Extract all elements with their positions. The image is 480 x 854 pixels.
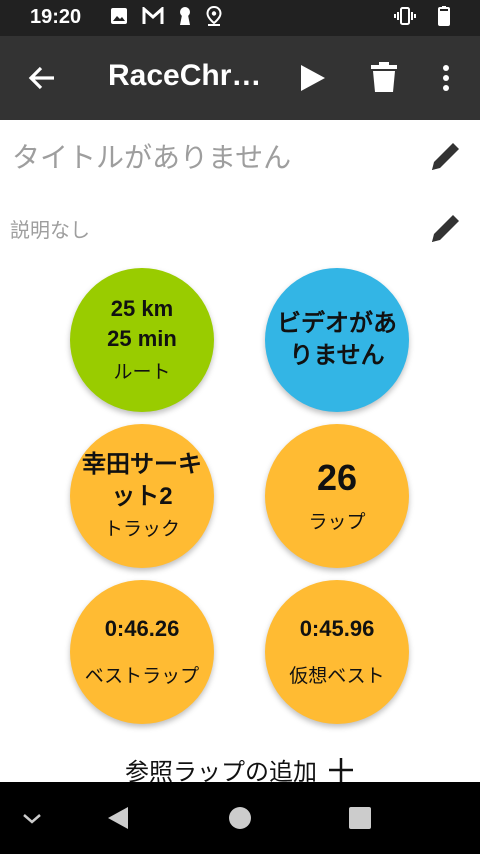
navigation-bar <box>0 782 480 854</box>
route-duration: 25 min <box>107 326 177 351</box>
delete-icon[interactable] <box>368 60 400 94</box>
track-tile[interactable]: 幸田サーキ ット2 トラック <box>70 424 214 568</box>
nav-home-icon[interactable] <box>226 804 254 832</box>
edit-title-pencil-icon[interactable] <box>428 138 464 174</box>
back-arrow-icon[interactable] <box>26 62 58 94</box>
status-time: 19:20 <box>30 6 82 28</box>
virtual-best-tile[interactable]: 0:45.96 仮想ベスト <box>265 580 409 724</box>
edit-description-pencil-icon[interactable] <box>428 210 464 246</box>
battery-icon <box>438 6 450 30</box>
vibrate-icon <box>394 7 416 29</box>
location-icon <box>206 5 222 30</box>
virtual-best-label: 仮想ベスト <box>289 665 385 687</box>
status-bar: 19:20 <box>0 0 480 36</box>
nav-recents-icon[interactable] <box>346 804 374 832</box>
route-tile[interactable]: 25 km 25 min ルート <box>70 268 214 412</box>
plus-icon <box>327 756 355 784</box>
keyhole-icon <box>178 6 192 30</box>
session-title-placeholder[interactable]: タイトルがありません <box>12 136 291 176</box>
track-label: トラック <box>103 518 180 540</box>
app-bar: RaceChrono <box>0 36 480 120</box>
track-name-line1: 幸田サーキ <box>82 451 202 478</box>
hide-nav-chevron-icon[interactable] <box>18 804 46 832</box>
best-lap-time: 0:46.26 <box>104 616 180 641</box>
virtual-best-time: 0:45.96 <box>299 616 375 641</box>
session-description-placeholder[interactable]: 説明なし <box>10 214 90 243</box>
video-status-line2: りません <box>289 342 385 369</box>
route-label: ルート <box>113 361 171 383</box>
image-icon <box>110 7 128 29</box>
nav-back-icon[interactable] <box>104 804 132 832</box>
best-lap-tile[interactable]: 0:46.26 ベストラップ <box>70 580 214 724</box>
more-vert-icon[interactable] <box>432 62 460 94</box>
play-icon[interactable] <box>296 62 328 94</box>
track-name-line2: ット2 <box>111 483 173 510</box>
laps-tile[interactable]: 26 ラップ <box>265 424 409 568</box>
route-distance: 25 km <box>110 296 174 321</box>
best-lap-label: ベストラップ <box>84 665 200 687</box>
video-status-line1: ビデオがあ <box>277 310 397 337</box>
app-title: RaceChrono <box>108 59 268 92</box>
laps-label: ラップ <box>308 511 366 533</box>
lap-count: 26 <box>316 457 358 498</box>
video-tile[interactable]: ビデオがあ りません <box>265 268 409 412</box>
gmail-icon <box>142 5 164 29</box>
